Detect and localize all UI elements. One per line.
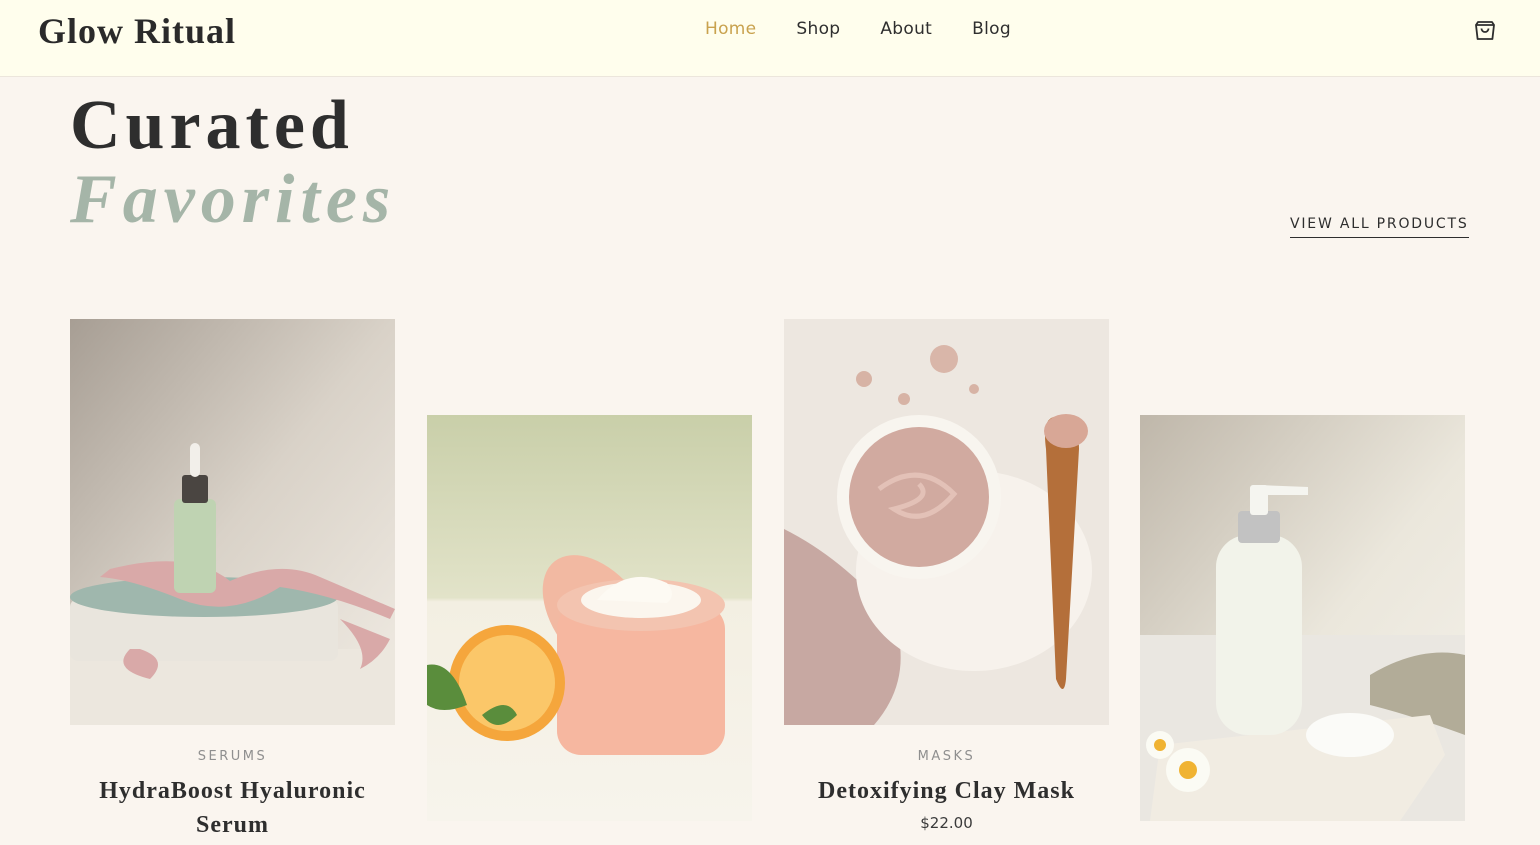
product-category: MASKS [917, 749, 976, 764]
product-category: SERUMS [197, 749, 268, 764]
view-all-products-link[interactable]: VIEW ALL PRODUCTS [1290, 216, 1469, 238]
cleanser-bottle-image[interactable] [1140, 415, 1465, 821]
product-name[interactable]: HydraBoost Hyaluronic Serum [70, 774, 395, 842]
section-title-italic: Favorites [70, 161, 397, 238]
product-card[interactable] [427, 415, 752, 821]
nav-shop[interactable]: Shop [796, 19, 840, 39]
logo[interactable]: Glow Ritual [38, 10, 236, 52]
serum-bottle-image[interactable] [70, 319, 395, 725]
site-header: Glow Ritual Home Shop About Blog [0, 0, 1540, 77]
product-card[interactable] [1140, 415, 1465, 821]
product-card[interactable]: SERUMS HydraBoost Hyaluronic Serum [70, 319, 395, 842]
nav-home[interactable]: Home [705, 19, 756, 39]
product-price: $22.00 [920, 814, 973, 832]
cream-jar-image[interactable] [427, 415, 752, 821]
nav-about[interactable]: About [880, 19, 932, 39]
nav-blog[interactable]: Blog [972, 19, 1011, 39]
main-nav: Home Shop About Blog [705, 19, 1011, 39]
clay-mask-image[interactable] [784, 319, 1109, 725]
section-title: Curated [70, 87, 354, 164]
shopping-bag-icon[interactable] [1473, 19, 1497, 43]
product-card[interactable]: MASKS Detoxifying Clay Mask $22.00 [784, 319, 1109, 832]
product-name[interactable]: Detoxifying Clay Mask [784, 774, 1109, 808]
